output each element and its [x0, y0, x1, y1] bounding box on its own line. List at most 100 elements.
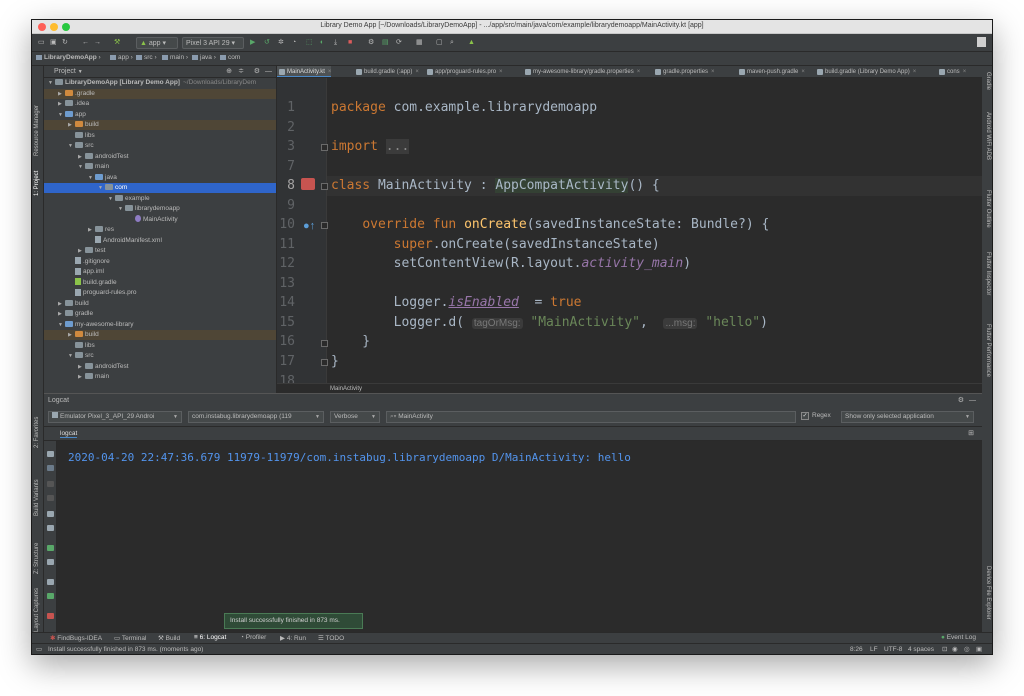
inspector-icon[interactable]: ◎	[964, 644, 970, 654]
logcat-tab[interactable]: logcat	[60, 430, 78, 438]
line-number[interactable]: 16	[277, 334, 295, 349]
editor-tab[interactable]: build.gradle (:app) ×	[354, 66, 419, 77]
regex-checkbox[interactable]: ✓	[801, 412, 809, 420]
tree-item[interactable]: ▶ build	[44, 330, 276, 340]
collapsed-arrow-icon[interactable]: ▶	[78, 372, 85, 382]
event-log-tab[interactable]: ● Event Log	[941, 634, 976, 641]
down-icon[interactable]	[47, 495, 54, 501]
tree-item[interactable]: ▼ app	[44, 110, 276, 120]
settings-gear-icon[interactable]: ⚙	[254, 66, 260, 78]
project-tool-tab[interactable]: 1: Project	[34, 171, 40, 196]
editor-tab[interactable]: maven-push.gradle ×	[737, 66, 805, 77]
override-gutter-icon[interactable]: ●↑	[303, 220, 315, 232]
status-message[interactable]: Install successfully finished in 873 ms.…	[48, 644, 203, 654]
layout-options-icon[interactable]: ⊞	[968, 429, 974, 437]
coverage-icon[interactable]: ◐	[320, 37, 324, 48]
close-tab-icon[interactable]: ×	[499, 69, 503, 75]
collapsed-arrow-icon[interactable]: ▶	[88, 225, 95, 235]
close-tab-icon[interactable]: ×	[415, 69, 419, 75]
flutter-performance-tab[interactable]: Flutter Performance	[985, 324, 991, 377]
locate-icon[interactable]: ⊕	[226, 66, 232, 78]
tree-item[interactable]: proguard-rules.pro	[44, 288, 276, 298]
profiler-tab[interactable]: ◔ Profiler	[240, 634, 266, 641]
breadcrumb-src[interactable]: src ›	[136, 54, 157, 61]
tree-item[interactable]: app.iml	[44, 267, 276, 277]
settings-gear-icon[interactable]	[47, 559, 54, 565]
editor-tab[interactable]: app/proguard-rules.pro ×	[425, 66, 503, 77]
print-icon[interactable]	[47, 525, 54, 531]
tree-item[interactable]: ▼ src	[44, 141, 276, 151]
back-icon[interactable]: ←	[82, 37, 89, 48]
line-number[interactable]: 8	[277, 178, 295, 193]
apply-changes-icon[interactable]: ↺	[264, 37, 270, 48]
run-icon[interactable]: ▶	[250, 37, 255, 48]
user-avatar-icon[interactable]	[977, 37, 986, 47]
tree-item[interactable]: ▼ LibraryDemoApp [Library Demo App] ~/Down…	[44, 78, 276, 88]
fold-marker[interactable]	[321, 359, 328, 366]
line-number[interactable]: 1	[277, 100, 295, 115]
tree-item[interactable]: ▼ librarydemoapp	[44, 204, 276, 214]
expanded-arrow-icon[interactable]: ▼	[88, 173, 95, 183]
tree-item[interactable]: MainActivity	[44, 215, 276, 225]
tree-item[interactable]: ▶ main	[44, 372, 276, 382]
wifi-adb-tab[interactable]: Android WiFi ADB	[985, 112, 991, 160]
logcat-search-input[interactable]: ⌕▾ MainActivity	[386, 411, 796, 423]
line-separator[interactable]: LF	[870, 644, 878, 654]
build-variants-tab[interactable]: Build Variants	[34, 479, 40, 516]
attach-icon[interactable]: ⤓	[334, 37, 337, 48]
line-number[interactable]: 18	[277, 374, 295, 383]
expanded-arrow-icon[interactable]: ▼	[48, 78, 55, 88]
line-number[interactable]: 15	[277, 315, 295, 330]
flutter-inspector-tab[interactable]: Flutter Inspector	[985, 252, 991, 295]
soft-wrap-icon[interactable]	[47, 511, 54, 517]
terminate-icon[interactable]	[47, 613, 54, 619]
collapsed-arrow-icon[interactable]: ▶	[58, 99, 65, 109]
device-file-explorer-tab[interactable]: Device File Explorer	[985, 566, 991, 620]
line-number[interactable]: 3	[277, 139, 295, 154]
expanded-arrow-icon[interactable]: ▼	[68, 141, 75, 151]
tree-item[interactable]: ▼ com	[44, 183, 276, 193]
screen-capture-icon[interactable]	[47, 579, 54, 585]
line-number[interactable]: 13	[277, 276, 295, 291]
line-number[interactable]: 14	[277, 295, 295, 310]
close-tab-icon[interactable]: ×	[801, 69, 805, 75]
expanded-arrow-icon[interactable]: ▼	[68, 351, 75, 361]
editor-scrollbar[interactable]	[978, 78, 982, 308]
tree-item[interactable]: ▶ gradle	[44, 309, 276, 319]
status-message-icon[interactable]: ▭	[36, 644, 42, 654]
install-toast[interactable]: Install successfully finished in 873 ms.	[224, 613, 363, 629]
collapsed-arrow-icon[interactable]: ▶	[68, 120, 75, 130]
todo-tab[interactable]: ☰ TODO	[318, 634, 344, 642]
logcat-bottom-tab[interactable]: ≡ 6: Logcat	[194, 634, 226, 641]
debug-icon[interactable]: ✲	[278, 37, 284, 48]
fold-marker[interactable]	[321, 144, 328, 151]
tree-item[interactable]: ▶ res	[44, 225, 276, 235]
open-folder-icon[interactable]: ▭	[38, 37, 45, 48]
tree-item[interactable]: .gitignore	[44, 257, 276, 267]
tree-item[interactable]: ▶ androidTest	[44, 362, 276, 372]
build-hammer-icon[interactable]: ⚒	[114, 37, 120, 48]
editor-tab[interactable]: my-awesome-library/gradle.properties ×	[523, 66, 640, 77]
tree-item[interactable]: ▼ example	[44, 194, 276, 204]
tree-item[interactable]: ▼ src	[44, 351, 276, 361]
notifications-icon[interactable]: ▣	[976, 644, 982, 654]
fold-marker[interactable]	[321, 222, 328, 229]
line-number[interactable]: 10	[277, 217, 295, 232]
expanded-arrow-icon[interactable]: ▼	[58, 320, 65, 330]
breadcrumb-main[interactable]: main ›	[162, 54, 188, 61]
expanded-arrow-icon[interactable]: ▼	[108, 194, 115, 204]
layout-icon[interactable]: ▢	[436, 37, 443, 48]
collapsed-arrow-icon[interactable]: ▶	[78, 362, 85, 372]
collapsed-arrow-icon[interactable]: ▶	[78, 246, 85, 256]
tree-item[interactable]: ▼ main	[44, 162, 276, 172]
hide-panel-icon[interactable]: —	[265, 66, 272, 78]
up-icon[interactable]	[47, 481, 54, 487]
line-number[interactable]: 12	[277, 256, 295, 271]
tree-item[interactable]: build.gradle	[44, 278, 276, 288]
collapsed-arrow-icon[interactable]: ▶	[68, 330, 75, 340]
clear-logcat-icon[interactable]	[47, 451, 54, 457]
tree-item[interactable]: ▶ .idea	[44, 99, 276, 109]
project-structure-icon[interactable]: ▦	[416, 37, 423, 48]
expanded-arrow-icon[interactable]: ▼	[78, 162, 85, 172]
tree-item[interactable]: ▶ build	[44, 299, 276, 309]
